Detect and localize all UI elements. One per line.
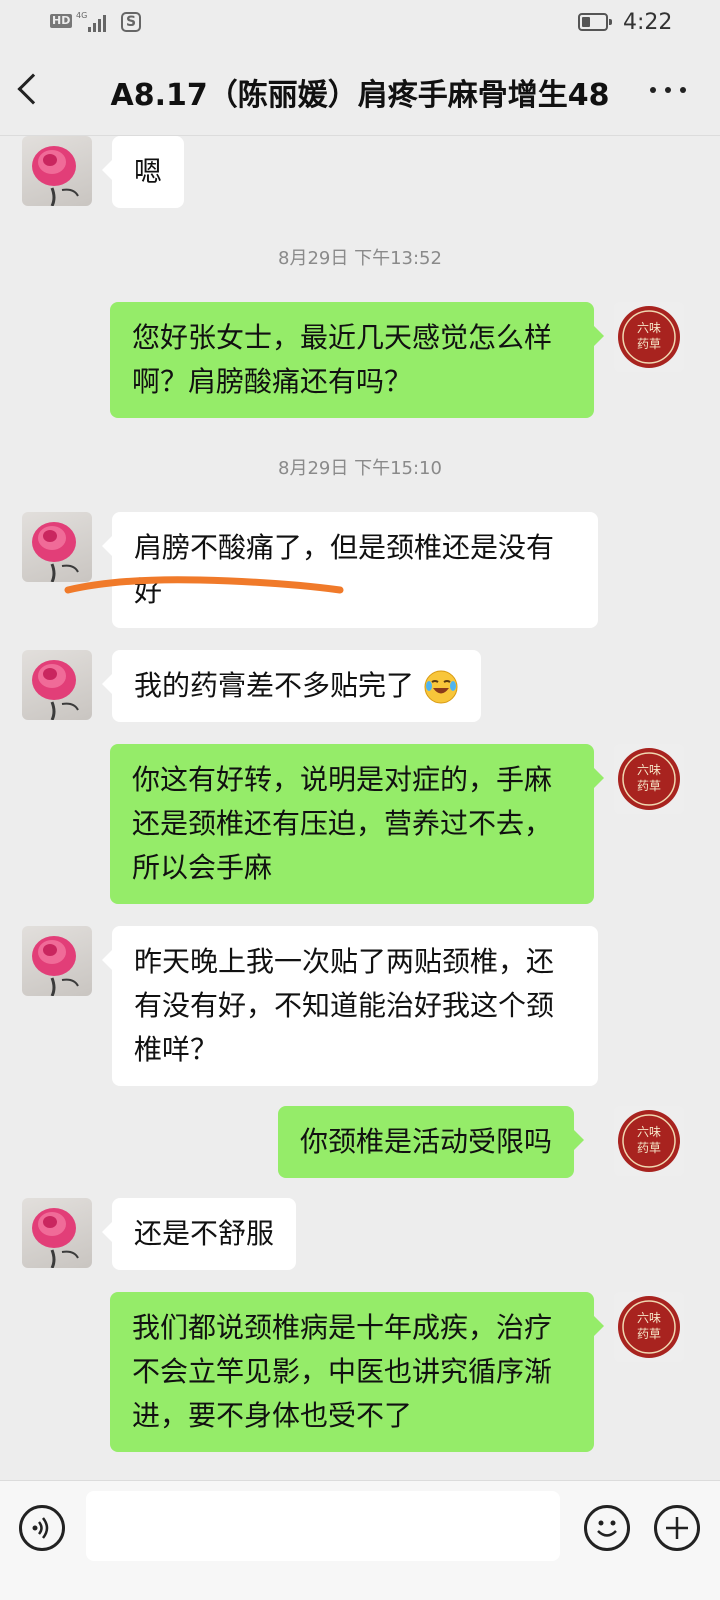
message-bubble-outgoing[interactable]: 您好张女士，最近几天感觉怎么样啊？肩膀酸痛还有吗？ <box>110 302 604 418</box>
shop-avatar[interactable]: 六味 药草 <box>614 302 684 372</box>
hd-indicator: HD <box>50 14 73 28</box>
shop-avatar[interactable]: 六味 药草 <box>614 1292 684 1362</box>
message-input[interactable] <box>86 1491 560 1561</box>
message-timestamp: 8月29日 下午13:52 <box>278 248 442 269</box>
shop-avatar[interactable]: 六味 药草 <box>614 1106 684 1176</box>
message-timestamp: 8月29日 下午15:10 <box>278 458 442 479</box>
message-bubble-incoming[interactable]: 昨天晚上我一次贴了两贴颈椎，还有没有好，不知道能治好我这个颈椎咩？ <box>102 926 598 1086</box>
underline-annotation <box>64 576 344 594</box>
contact-avatar[interactable] <box>22 136 92 206</box>
message-bubble-incoming[interactable]: 我的药膏差不多贴完了 <box>102 650 481 722</box>
chat-header: A8.17（陈丽媛）肩疼手麻骨增生48 <box>0 48 720 136</box>
plus-icon[interactable] <box>654 1505 700 1551</box>
message-text: 我的药膏差不多贴完了 <box>134 669 415 702</box>
voice-icon[interactable] <box>19 1505 65 1551</box>
app-notification-icon: S <box>121 12 141 32</box>
message-list[interactable]: 嗯 8月29日 下午13:52 您好张女士，最近几天感觉怎么样啊？肩膀酸痛还有吗… <box>0 136 720 1456</box>
shop-avatar[interactable]: 六味 药草 <box>614 744 684 814</box>
svg-text:六味: 六味 <box>637 321 661 335</box>
signal-icon <box>88 14 114 32</box>
chevron-left-icon[interactable] <box>17 73 49 105</box>
message-bubble-outgoing[interactable]: 你这有好转，说明是对症的，手麻还是颈椎还有压迫，营养过不去，所以会手麻 <box>110 744 604 904</box>
message-bubble-incoming[interactable]: 还是不舒服 <box>101 1198 297 1270</box>
emoji-icon[interactable] <box>584 1505 630 1551</box>
status-time: 4:22 <box>623 10 673 35</box>
svg-text:药草: 药草 <box>637 1141 661 1155</box>
contact-avatar[interactable] <box>22 1198 92 1268</box>
message-bubble-outgoing[interactable]: 你颈椎是活动受限吗 <box>278 1106 585 1178</box>
svg-text:六味: 六味 <box>637 763 661 777</box>
chat-title: A8.17（陈丽媛）肩疼手麻骨增生48 <box>110 78 610 113</box>
input-bar <box>0 1480 720 1600</box>
svg-text:六味: 六味 <box>637 1311 661 1325</box>
contact-avatar[interactable] <box>22 650 92 720</box>
message-bubble-incoming[interactable]: 嗯 <box>101 136 185 208</box>
svg-text:药草: 药草 <box>637 337 661 351</box>
message-bubble-outgoing[interactable]: 我们都说颈椎病是十年成疾，治疗不会立竿见影，中医也讲究循序渐进，要不身体也受不了 <box>110 1292 604 1452</box>
crying-laughing-emoji <box>424 670 458 704</box>
svg-text:药草: 药草 <box>637 779 661 793</box>
svg-text:药草: 药草 <box>637 1327 661 1341</box>
svg-text:六味: 六味 <box>637 1125 661 1139</box>
more-dots-icon[interactable] <box>648 84 688 98</box>
battery-icon <box>578 13 612 31</box>
contact-avatar[interactable] <box>22 926 92 996</box>
status-bar: HD 4G S 4:22 <box>0 0 720 48</box>
network-type: 4G <box>76 11 88 20</box>
